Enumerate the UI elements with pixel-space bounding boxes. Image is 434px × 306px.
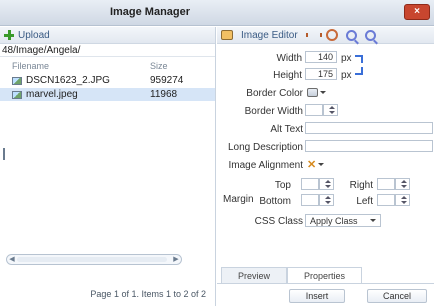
upload-button[interactable]: Upload — [0, 27, 215, 44]
height-input[interactable]: 175 — [305, 68, 337, 80]
file-size: 959274 — [150, 75, 184, 86]
filename-column-header[interactable]: Filename — [0, 60, 150, 73]
size-column-header[interactable]: Size — [150, 60, 168, 73]
file-name: DSCN1623_2.JPG — [26, 75, 110, 86]
image-editor-icon — [221, 30, 233, 40]
border-width-stepper[interactable] — [323, 104, 338, 116]
chevron-right-icon[interactable]: ▶ — [171, 255, 181, 264]
insert-button[interactable]: Insert — [289, 289, 345, 303]
width-input[interactable]: 140 — [305, 51, 337, 63]
long-description-input[interactable] — [305, 140, 433, 152]
margin-left-label: Left — [356, 196, 373, 207]
long-description-label: Long Description — [227, 142, 303, 153]
tab-properties[interactable]: Properties — [287, 267, 363, 283]
horizontal-scrollbar[interactable]: ◀ ▶ — [6, 254, 182, 265]
css-class-select[interactable]: Apply Class — [305, 214, 381, 227]
margin-bottom-label: Bottom — [259, 196, 291, 207]
image-file-icon — [12, 90, 22, 99]
align-none-icon: ✕ — [307, 158, 317, 171]
plus-icon — [4, 30, 14, 40]
tab-preview[interactable]: Preview — [221, 267, 288, 283]
window-title: Image Manager — [109, 6, 191, 18]
chevron-down-icon — [370, 219, 376, 222]
pager-status: Page 1 of 1. Items 1 to 2 of 2 — [90, 289, 206, 299]
alt-text-input[interactable] — [305, 122, 433, 134]
zoom-in-icon[interactable] — [345, 29, 357, 41]
image-editor-panel: Image Editor Width 140 px Height 175 px … — [217, 27, 434, 306]
margin-bottom-input[interactable] — [301, 194, 319, 206]
margin-bottom-stepper[interactable] — [319, 194, 334, 206]
resize-handle[interactable] — [3, 148, 5, 160]
margin-left-stepper[interactable] — [395, 194, 410, 206]
upload-label: Upload — [18, 29, 50, 41]
height-label: Height — [273, 70, 302, 81]
width-unit: px — [341, 53, 352, 64]
file-size: 11968 — [150, 89, 178, 100]
chevron-left-icon[interactable]: ◀ — [7, 255, 17, 264]
image-file-icon — [12, 76, 22, 85]
file-list-header: Filename Size — [0, 60, 215, 73]
paint-bucket-icon — [307, 87, 318, 97]
editor-toolbar: Image Editor — [217, 27, 434, 44]
border-color-picker[interactable] — [307, 86, 326, 98]
image-editor-button[interactable]: Image Editor — [241, 30, 298, 41]
margin-top-label: Top — [274, 180, 291, 191]
css-class-label: CSS Class — [254, 216, 303, 227]
css-class-value: Apply Class — [310, 215, 358, 226]
cancel-button[interactable]: Cancel — [367, 289, 427, 303]
border-color-label: Border Color — [246, 88, 303, 99]
move-icon[interactable] — [325, 29, 338, 41]
file-name: marvel.jpeg — [26, 89, 78, 100]
lock-ratio-bottom-icon[interactable] — [355, 67, 363, 75]
border-width-label: Border Width — [244, 106, 303, 117]
margin-top-stepper[interactable] — [319, 178, 334, 190]
alt-text-label: Alt Text — [270, 124, 303, 135]
image-alignment-dropdown[interactable]: ✕ — [307, 158, 325, 171]
margin-right-input[interactable] — [377, 178, 395, 190]
margin-left-input[interactable] — [377, 194, 395, 206]
close-icon[interactable]: × — [404, 4, 430, 20]
chevron-down-icon — [318, 162, 325, 166]
width-label: Width — [276, 53, 302, 64]
chevron-down-icon — [320, 90, 326, 94]
height-unit: px — [341, 70, 352, 81]
lock-ratio-icon[interactable] — [355, 55, 363, 63]
list-item[interactable]: DSCN1623_2.JPG 959274 — [0, 74, 215, 87]
editor-tabs: Preview Properties — [221, 267, 363, 283]
margin-top-input[interactable] — [301, 178, 319, 190]
margin-right-label: Right — [349, 180, 373, 191]
divider — [217, 283, 434, 284]
image-alignment-label: Image Alignment — [228, 160, 304, 171]
crop-icon[interactable] — [305, 30, 322, 40]
title-bar: Image Manager × — [0, 0, 434, 26]
file-browser-panel: Upload 48/Image/Angela/ Filename Size DS… — [0, 27, 216, 306]
border-width-input[interactable] — [305, 104, 323, 116]
breadcrumb: 48/Image/Angela/ — [0, 44, 215, 57]
list-item[interactable]: marvel.jpeg 11968 — [0, 88, 215, 101]
zoom-out-icon[interactable] — [364, 29, 376, 41]
scrollbar-thumb[interactable] — [17, 257, 167, 262]
margin-right-stepper[interactable] — [395, 178, 410, 190]
file-list: Filename Size DSCN1623_2.JPG 959274 marv… — [0, 60, 215, 275]
